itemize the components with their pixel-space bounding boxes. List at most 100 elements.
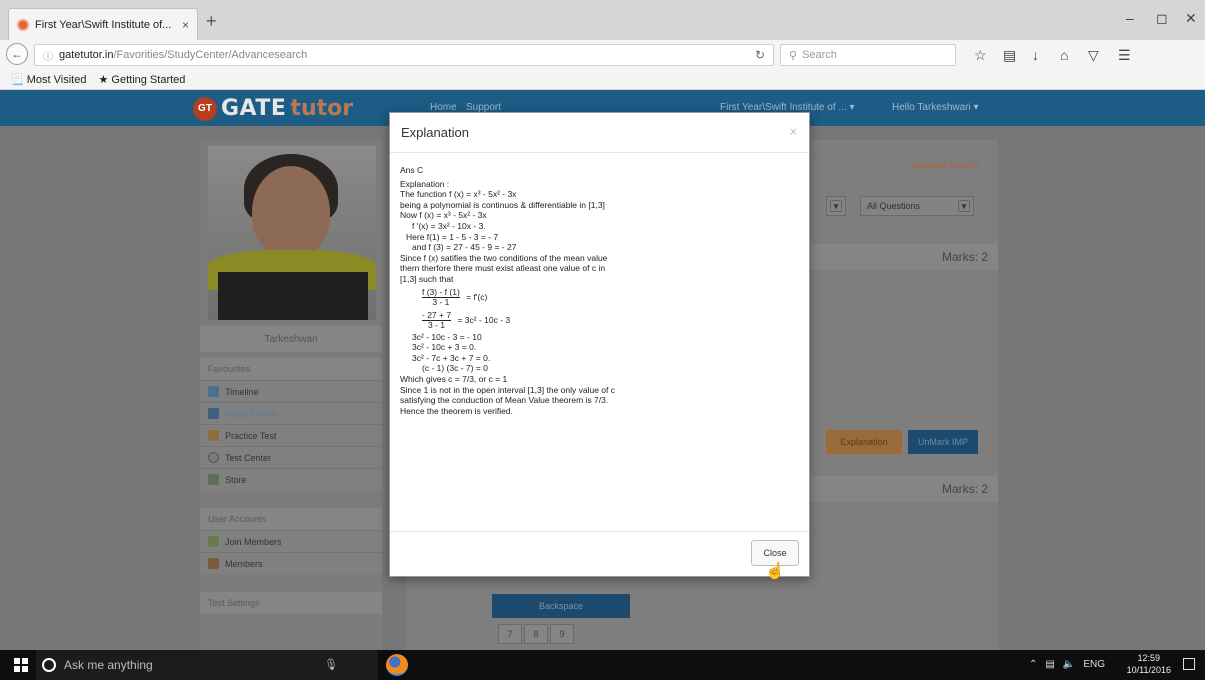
volume-icon[interactable]: 🔈 xyxy=(1063,659,1075,670)
explanation-line: 3c² - 10c + 3 = 0. xyxy=(412,342,477,353)
explanation-line: Since f (x) satifies the two conditions … xyxy=(400,252,608,263)
system-tray: ⌃ ▤ 🔈 ENG xyxy=(1029,659,1105,670)
sidebar-item-practice-test[interactable]: Practice Test xyxy=(200,424,382,446)
explanation-line: [1,3] such that xyxy=(400,273,454,284)
filter-select[interactable]: ▼ xyxy=(826,196,846,216)
browser-tab[interactable]: First Year\Swift Institute of... × xyxy=(8,8,198,40)
bookmarks-bar: 📃 Most Visited ★ Getting Started xyxy=(0,70,1205,90)
microphone-icon[interactable]: 🎙 xyxy=(324,658,338,671)
explanation-line: Which gives c = 7/3, or c = 1 xyxy=(400,373,508,384)
new-tab-button[interactable]: + xyxy=(206,12,217,30)
site-logo[interactable]: GT GATE tutor xyxy=(193,96,353,121)
explanation-line: 3c² - 10c - 3 = - 10 xyxy=(412,331,482,342)
fraction-denominator: 3 - 1 xyxy=(432,296,450,307)
firefox-icon[interactable] xyxy=(386,654,408,676)
url-path: /Favorities/StudyCenter/Advancesearch xyxy=(113,49,308,61)
marks-label: Marks: 2 xyxy=(941,250,988,264)
explanation-line: being a polynomial is continuos & differ… xyxy=(400,199,605,210)
user-menu[interactable]: Hello Tarkeshwari ▾ xyxy=(892,102,979,113)
key-9[interactable]: 9 xyxy=(550,624,574,644)
modal-title: Explanation xyxy=(401,125,469,140)
fraction-equation: f (3) - f (1) 3 - 1 = f'(c) xyxy=(400,287,799,307)
members-icon xyxy=(208,558,219,569)
sidebar-item-store[interactable]: Store xyxy=(200,468,382,490)
answer-line: Ans C xyxy=(400,165,424,175)
equation-rhs: = 3c² - 10c - 3 xyxy=(457,314,511,325)
language-indicator[interactable]: ENG xyxy=(1083,659,1105,670)
tab-close-icon[interactable]: × xyxy=(182,18,189,32)
window-close-icon[interactable]: ✕ xyxy=(1185,10,1197,27)
reload-icon[interactable]: ↻ xyxy=(755,48,765,62)
bookmark-most-visited[interactable]: 📃 Most Visited xyxy=(10,73,86,86)
back-arrow-icon[interactable]: ← xyxy=(6,43,28,65)
numeric-keypad: 7 8 9 xyxy=(498,624,574,644)
url-host: gatetutor.in xyxy=(59,49,114,61)
test-center-icon xyxy=(208,452,219,463)
site-favicon-icon xyxy=(17,18,29,31)
favorites-heading: Favourites xyxy=(200,358,382,380)
backspace-button[interactable]: Backspace xyxy=(492,594,630,618)
sidebar-item-study-center[interactable]: Study Center xyxy=(200,402,382,424)
url-bar[interactable]: ⓘ gatetutor.in /Favorities/StudyCenter/A… xyxy=(34,44,774,66)
modal-header: Explanation × xyxy=(390,113,809,153)
fraction-denominator: 3 - 1 xyxy=(428,319,446,330)
explanation-line: thern therfore there must exist atleast … xyxy=(400,263,606,274)
explanation-line: Since 1 is not in the open interval [1,3… xyxy=(400,384,615,395)
modal-close-icon[interactable]: × xyxy=(789,124,797,139)
key-7[interactable]: 7 xyxy=(498,624,522,644)
explanation-modal: Explanation × Ans C Explanation : The fu… xyxy=(389,112,810,577)
modal-body: Ans C Explanation : The function f (x) =… xyxy=(390,154,809,534)
store-icon xyxy=(208,474,219,485)
home-icon[interactable]: ⌂ xyxy=(1060,47,1068,63)
menu-icon[interactable]: ☰ xyxy=(1118,47,1131,64)
explanation-button[interactable]: Explanation xyxy=(826,430,902,454)
explanation-line: Explanation : xyxy=(400,178,450,189)
download-icon[interactable]: ↓ xyxy=(1032,47,1039,63)
cortana-placeholder: Ask me anything xyxy=(64,658,153,672)
study-center-icon xyxy=(208,408,219,419)
explanation-line: and f (3) = 27 - 45 - 9 = - 27 xyxy=(412,242,517,253)
sidebar-item-timeline[interactable]: Timeline xyxy=(200,380,382,402)
explanation-line: satisfying the conduction of Mean Value … xyxy=(400,395,609,406)
modal-footer: Close xyxy=(390,531,809,576)
clock[interactable]: 12:59 10/11/2016 xyxy=(1127,652,1171,676)
sidebar-item-test-center[interactable]: Test Center xyxy=(200,446,382,468)
pocket-icon[interactable]: ▽ xyxy=(1088,47,1099,64)
bookmark-star-icon[interactable]: ☆ xyxy=(974,47,987,64)
clock-date: 10/11/2016 xyxy=(1126,665,1171,675)
bookmark-getting-started[interactable]: ★ Getting Started xyxy=(98,73,185,86)
windows-start-icon[interactable] xyxy=(14,658,28,672)
logo-tutor: tutor xyxy=(290,96,354,121)
test-settings-heading: Test Settings xyxy=(200,592,382,614)
search-input[interactable]: ⚲ Search xyxy=(780,44,956,66)
fraction-equation: - 27 + 7 3 - 1 = 3c² - 10c - 3 xyxy=(400,310,799,330)
profile-photo xyxy=(208,146,376,320)
logo-gate: GATE xyxy=(221,96,287,121)
unmark-imp-button[interactable]: UnMark IMP xyxy=(908,430,978,454)
explanation-line: Here f(1) = 1 - 5 - 3 = - 7 xyxy=(406,231,499,242)
sidebar-item-members[interactable]: Members xyxy=(200,552,382,574)
minimize-icon[interactable]: – xyxy=(1126,10,1134,26)
key-8[interactable]: 8 xyxy=(524,624,548,644)
network-icon[interactable]: ▤ xyxy=(1045,659,1054,670)
explanation-line: (c - 1) (3c - 7) = 0 xyxy=(422,363,488,374)
chevron-up-icon[interactable]: ⌃ xyxy=(1029,659,1037,670)
cortana-icon xyxy=(42,658,56,672)
explanation-line: Hence the theorem is verified. xyxy=(400,405,513,416)
info-icon[interactable]: ⓘ xyxy=(43,48,53,63)
sidebar: Tarkeshwari Favourites Timeline Study Ce… xyxy=(200,140,382,650)
user-accounts-heading: User Accounts xyxy=(200,508,382,530)
taskbar: Ask me anything 🎙 ⌃ ▤ 🔈 ENG 12:59 10/11/… xyxy=(0,650,1205,680)
maximize-icon[interactable]: ◻ xyxy=(1156,10,1168,27)
browser-tab-bar: First Year\Swift Institute of... × + – ◻… xyxy=(0,0,1205,40)
explanation-line: The function f (x) = x³ - 5x² - 3x xyxy=(400,189,517,200)
cortana-search-input[interactable]: Ask me anything 🎙 xyxy=(36,650,378,680)
questions-select[interactable]: All Questions ▼ xyxy=(860,196,974,216)
practice-test-icon xyxy=(208,430,219,441)
chevron-down-icon: ▼ xyxy=(830,200,842,212)
equation-rhs: = f'(c) xyxy=(466,291,488,302)
advance-search-link[interactable]: Advance Search xyxy=(912,160,978,170)
sidebar-item-join-members[interactable]: Join Members xyxy=(200,530,382,552)
notification-icon[interactable] xyxy=(1183,658,1195,670)
reading-list-icon[interactable]: ▤ xyxy=(1003,47,1016,64)
